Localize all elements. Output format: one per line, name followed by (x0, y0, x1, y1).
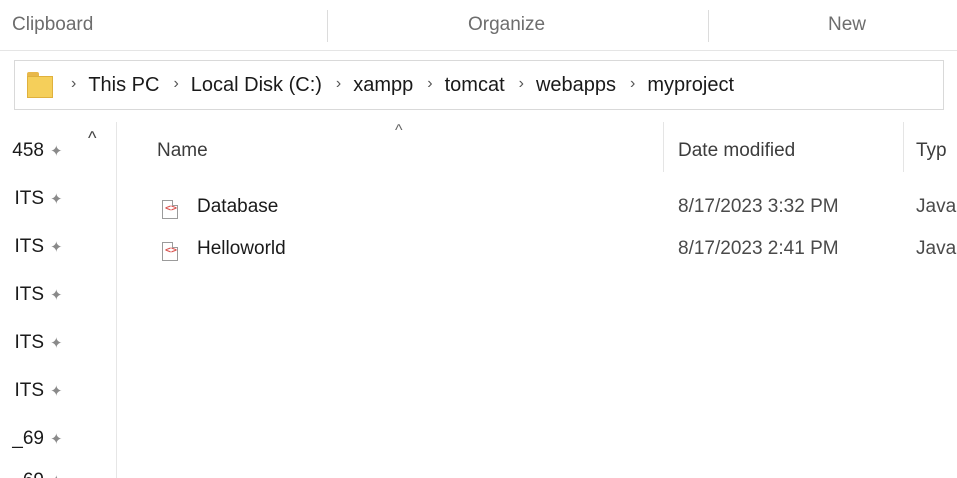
column-divider[interactable] (663, 122, 664, 172)
file-list: ^ Name Date modified Typ <> Database 8/1… (117, 122, 957, 478)
pin-icon: ✦ (50, 335, 63, 352)
nav-item[interactable]: ITS ✦ (0, 328, 90, 358)
column-header-type[interactable]: Typ (916, 136, 947, 166)
ribbon-divider (327, 10, 328, 42)
breadcrumb-xampp[interactable]: xampp (353, 74, 413, 97)
file-row[interactable]: <> Helloworld 8/17/2023 2:41 PM Java (117, 234, 957, 268)
java-file-icon: <> (162, 200, 178, 219)
breadcrumb-webapps[interactable]: webapps (536, 74, 616, 97)
chevron-right-icon[interactable]: › (630, 75, 635, 93)
nav-item[interactable]: ITS ✦ (0, 376, 90, 406)
file-explorer-window: Clipboard Organize New › This PC › Local… (0, 0, 957, 478)
breadcrumb-tomcat[interactable]: tomcat (445, 74, 505, 97)
breadcrumb-this-pc[interactable]: This PC (88, 74, 159, 97)
nav-item[interactable]: _69 ✦ (0, 424, 90, 454)
chevron-right-icon[interactable]: › (427, 75, 432, 93)
file-name: Helloworld (197, 238, 286, 259)
ribbon-group-organize: Organize (468, 14, 546, 35)
file-type: Java (916, 238, 957, 259)
pin-icon: ✦ (50, 472, 63, 478)
pin-icon: ✦ (50, 239, 63, 256)
breadcrumb-local-disk[interactable]: Local Disk (C:) (191, 74, 322, 97)
file-name: Database (197, 196, 279, 217)
chevron-right-icon[interactable]: › (336, 75, 341, 93)
file-date-modified: 8/17/2023 2:41 PM (678, 238, 839, 259)
chevron-right-icon[interactable]: › (519, 75, 524, 93)
folder-icon (27, 72, 57, 98)
file-row[interactable]: <> Database 8/17/2023 3:32 PM Java (117, 192, 957, 226)
pin-icon: ✦ (50, 287, 63, 304)
nav-item[interactable]: ITS ✦ (0, 280, 90, 310)
pin-icon: ✦ (50, 431, 63, 448)
nav-item[interactable]: ITS ✦ (0, 184, 90, 214)
nav-item[interactable]: _69 ✦ (0, 466, 90, 478)
ribbon-divider (708, 10, 709, 42)
file-date-modified: 8/17/2023 3:32 PM (678, 196, 839, 217)
pin-icon: ✦ (50, 191, 63, 208)
sort-ascending-icon: ^ (395, 122, 403, 139)
file-type: Java (916, 196, 957, 217)
ribbon-group-clipboard: Clipboard (12, 14, 94, 35)
java-file-icon: <> (162, 242, 178, 261)
pin-icon: ✦ (50, 383, 63, 400)
pin-icon: ✦ (50, 143, 63, 160)
column-header-date-modified[interactable]: Date modified (678, 136, 795, 166)
nav-item[interactable]: 458 ✦ (0, 136, 90, 166)
column-divider[interactable] (903, 122, 904, 172)
navigation-pane: ^ 458 ✦ ITS ✦ ITS ✦ ITS ✦ ITS ✦ ITS ✦ _6… (0, 122, 117, 478)
ribbon: Clipboard Organize New (0, 0, 957, 51)
breadcrumb-myproject[interactable]: myproject (647, 74, 734, 97)
ribbon-group-new: New (828, 14, 867, 35)
chevron-right-icon[interactable]: › (71, 75, 76, 93)
chevron-right-icon[interactable]: › (173, 75, 178, 93)
address-bar[interactable]: › This PC › Local Disk (C:) › xampp › to… (14, 60, 944, 110)
column-header-name[interactable]: Name (157, 136, 208, 166)
nav-item[interactable]: ITS ✦ (0, 232, 90, 262)
